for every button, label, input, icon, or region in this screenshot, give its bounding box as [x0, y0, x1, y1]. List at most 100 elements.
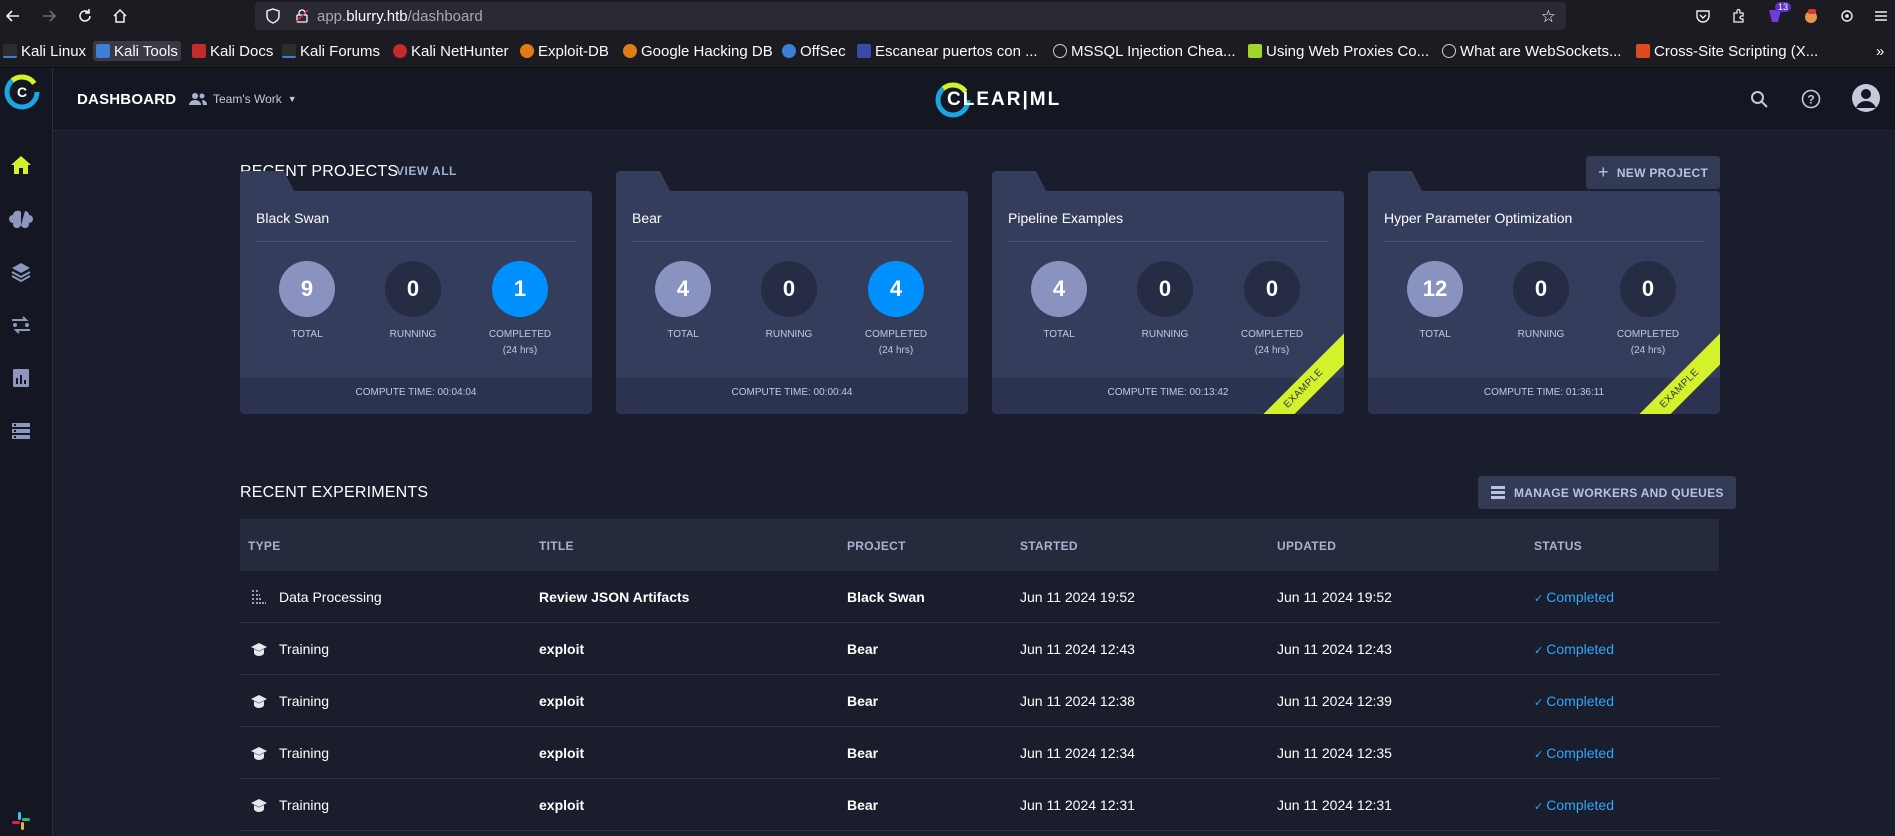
manage-workers-button[interactable]: MANAGE WORKERS AND QUEUES	[1478, 476, 1736, 509]
reports-nav-icon[interactable]	[6, 363, 36, 393]
menu-icon[interactable]	[1871, 6, 1891, 26]
total-count: 4	[1031, 261, 1087, 317]
bookmark-label: Using Web Proxies Co...	[1266, 42, 1430, 60]
status-badge: ✓ Completed	[1534, 745, 1614, 761]
search-icon[interactable]	[1746, 86, 1772, 112]
period-label: (24 hrs)	[1254, 345, 1290, 356]
home-icon[interactable]	[110, 6, 130, 26]
workspace-selector[interactable]: Team's Work ▼	[189, 92, 297, 106]
offsec-icon	[782, 44, 796, 58]
kali-icon	[3, 44, 17, 58]
workers-queues-nav-icon[interactable]	[6, 416, 36, 446]
portswigger-icon	[1636, 44, 1650, 58]
project-name: Black Swan	[256, 210, 330, 226]
period-label: (24 hrs)	[1630, 345, 1666, 356]
table-row[interactable]: Training exploit Bear Jun 11 2024 12:31 …	[240, 779, 1719, 831]
bookmark-item[interactable]: Kali Docs	[192, 41, 273, 61]
column-header[interactable]: TYPE	[248, 539, 281, 553]
brain-nav-icon[interactable]	[6, 204, 36, 234]
stat-completed: 0 COMPLETED (24 hrs)	[1232, 261, 1312, 359]
bookmark-item[interactable]: What are WebSockets...	[1442, 41, 1621, 61]
stat-running: 0 RUNNING	[1125, 261, 1205, 343]
app-header: DASHBOARD Team's Work ▼ CLEAR|ML ?	[53, 68, 1895, 131]
extensions-icon[interactable]	[1729, 6, 1749, 26]
bookmark-item[interactable]: Escanear puertos con ...	[857, 41, 1038, 61]
forward-icon[interactable]	[39, 6, 59, 26]
column-header[interactable]: STATUS	[1534, 539, 1582, 553]
running-count: 0	[385, 261, 441, 317]
status-label: Completed	[1546, 797, 1614, 813]
bookmark-item[interactable]: Kali Tools	[93, 41, 181, 61]
stat-total: 12 TOTAL	[1395, 261, 1475, 343]
bookmark-item[interactable]: Kali Linux	[3, 41, 86, 61]
experiment-started: Jun 11 2024 12:31	[1020, 797, 1135, 813]
divider	[632, 241, 952, 242]
clearml-brand: CLEAR|ML	[933, 80, 1061, 120]
url-text[interactable]: app.blurry.htb/dashboard	[317, 8, 483, 25]
bookmarks-overflow-icon[interactable]: »	[1876, 41, 1884, 61]
bookmark-item[interactable]: OffSec	[782, 41, 846, 61]
home-nav-icon[interactable]	[6, 150, 36, 180]
page-title: DASHBOARD	[77, 91, 177, 108]
table-row[interactable]: Data Processing Review JSON Artifacts Bl…	[240, 571, 1719, 623]
check-icon: ✓	[1534, 697, 1547, 709]
project-card[interactable]: Pipeline Examples 4 TOTAL 0 RUNNING 0 COMPL…	[992, 171, 1344, 414]
bookmark-item[interactable]: MSSQL Injection Chea...	[1053, 41, 1236, 61]
svg-text:?: ?	[1807, 93, 1814, 107]
pocket-icon[interactable]	[1693, 6, 1713, 26]
kali-tools-icon	[96, 44, 110, 58]
project-card-body: Black Swan 9 TOTAL 0 RUNNING 1 COMPLETED (24…	[240, 191, 592, 414]
lock-icon[interactable]	[294, 8, 310, 24]
url-domain: blurry.htb	[346, 8, 408, 25]
folder-tab	[240, 171, 294, 191]
url-prefix: app.	[317, 8, 347, 25]
compute-time: COMPUTE TIME: 00:04:04	[355, 387, 477, 398]
stat-label: COMPLETED (24 hrs)	[1608, 327, 1688, 359]
datasets-nav-icon[interactable]	[6, 257, 36, 287]
bookmark-item[interactable]: Google Hacking DB	[623, 41, 773, 61]
team-icon	[189, 93, 207, 105]
table-row[interactable]: Training exploit Bear Jun 11 2024 12:34 …	[240, 727, 1719, 779]
back-icon[interactable]	[3, 6, 23, 26]
bookmark-item[interactable]: Kali Forums	[282, 41, 380, 61]
chevron-down-icon: ▼	[287, 94, 297, 104]
bookmark-label: Kali Docs	[210, 42, 274, 60]
url-bar[interactable]: app.blurry.htb/dashboard ☆	[255, 2, 1566, 30]
kali-forums-icon	[282, 44, 296, 58]
extension-purple-icon[interactable]: 13	[1765, 2, 1792, 26]
help-icon[interactable]: ?	[1798, 86, 1824, 112]
user-avatar-icon[interactable]	[1850, 82, 1882, 114]
completed-count: 0	[1620, 261, 1676, 317]
column-header[interactable]: STARTED	[1020, 539, 1078, 553]
status-label: Completed	[1546, 745, 1614, 761]
clearml-logo-icon[interactable]: C	[4, 74, 40, 110]
project-card[interactable]: Bear 4 TOTAL 0 RUNNING 4 COMPLETED (24 hrs) …	[616, 171, 968, 414]
experiment-project: Black Swan	[847, 589, 925, 605]
check-icon: ✓	[1534, 593, 1547, 605]
bookmark-item[interactable]: Cross-Site Scripting (X...	[1636, 41, 1818, 61]
project-card[interactable]: Hyper Parameter Optimization 12 TOTAL 0 RU…	[1368, 171, 1720, 414]
column-header[interactable]: TITLE	[539, 539, 574, 553]
bookmark-item[interactable]: Kali NetHunter	[393, 41, 509, 61]
stat-label: COMPLETED (24 hrs)	[856, 327, 936, 359]
divider	[1384, 241, 1704, 242]
table-row[interactable]: Training exploit Bear Jun 11 2024 12:38 …	[240, 675, 1719, 727]
extension-fox-icon[interactable]	[1801, 6, 1821, 26]
column-header[interactable]: PROJECT	[847, 539, 906, 553]
completed-label: COMPLETED	[1616, 329, 1680, 340]
bookmark-item[interactable]: Exploit-DB	[520, 41, 609, 61]
shield-icon[interactable]	[265, 8, 281, 24]
project-card[interactable]: Black Swan 9 TOTAL 0 RUNNING 1 COMPLETED (24…	[240, 171, 592, 414]
dashboard-main: RECENT PROJECTS VIEW ALL + NEW PROJECT B…	[53, 131, 1895, 836]
running-count: 0	[761, 261, 817, 317]
extension-gear-icon[interactable]	[1837, 6, 1857, 26]
training-icon	[251, 799, 267, 812]
pipelines-nav-icon[interactable]	[6, 310, 36, 340]
column-header[interactable]: UPDATED	[1277, 539, 1336, 553]
bookmark-label: Google Hacking DB	[641, 42, 773, 60]
table-row[interactable]: Training exploit Bear Jun 11 2024 12:43 …	[240, 623, 1719, 675]
reload-icon[interactable]	[75, 6, 95, 26]
bookmark-star-icon[interactable]: ☆	[1541, 7, 1556, 27]
slack-icon[interactable]	[6, 806, 36, 836]
bookmark-item[interactable]: Using Web Proxies Co...	[1248, 41, 1429, 61]
